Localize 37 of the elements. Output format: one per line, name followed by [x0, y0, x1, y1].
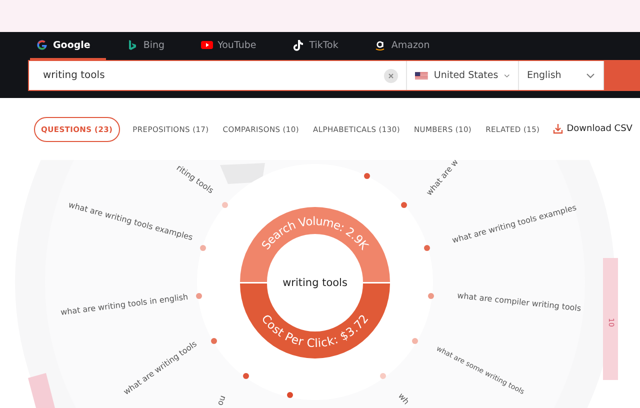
- question-dot[interactable]: [364, 173, 370, 179]
- clear-button[interactable]: [384, 68, 398, 82]
- engine-tab[interactable]: Amazon: [368, 32, 446, 60]
- engine-tab[interactable]: Bing: [120, 32, 181, 60]
- download-csv-link[interactable]: Download CSV: [552, 124, 632, 134]
- question-dot[interactable]: [222, 202, 228, 208]
- amazon-logo-icon: [374, 39, 386, 51]
- bing-logo-icon: [126, 39, 138, 51]
- question-dot[interactable]: [380, 373, 386, 379]
- google-logo-icon: [36, 39, 48, 51]
- music-note-icon: [292, 39, 304, 51]
- question-dot[interactable]: [211, 338, 217, 344]
- question-dot[interactable]: [196, 293, 202, 299]
- keyword-label: writing tools: [282, 277, 348, 289]
- play-button-icon: [200, 39, 213, 51]
- search-field[interactable]: writing tools: [41, 69, 384, 82]
- ring-segment: [28, 373, 55, 408]
- chevron-down-icon: [504, 72, 510, 78]
- question-label[interactable]: ou: [215, 394, 228, 407]
- question-dot[interactable]: [428, 293, 434, 299]
- question-label[interactable]: what are compiler writing tools: [456, 291, 582, 313]
- question-label[interactable]: wh: [396, 392, 411, 406]
- question-dot[interactable]: [200, 245, 206, 251]
- download-icon: [552, 124, 563, 134]
- close-icon: [388, 72, 394, 78]
- engine-tab[interactable]: YouTube: [194, 32, 272, 60]
- engine-tab[interactable]: TikTok: [286, 32, 354, 60]
- question-dot[interactable]: [287, 392, 293, 398]
- country-select[interactable]: United States: [407, 61, 519, 90]
- question-dot[interactable]: [243, 373, 249, 379]
- question-dot[interactable]: [424, 245, 430, 251]
- question-label[interactable]: what are writing tools examples: [67, 200, 194, 242]
- chevron-down-icon: [586, 72, 595, 78]
- us-flag-icon: [415, 70, 428, 82]
- question-dot[interactable]: [412, 338, 418, 344]
- question-label[interactable]: what are writing tools in english: [60, 292, 189, 317]
- question-dot[interactable]: [401, 202, 407, 208]
